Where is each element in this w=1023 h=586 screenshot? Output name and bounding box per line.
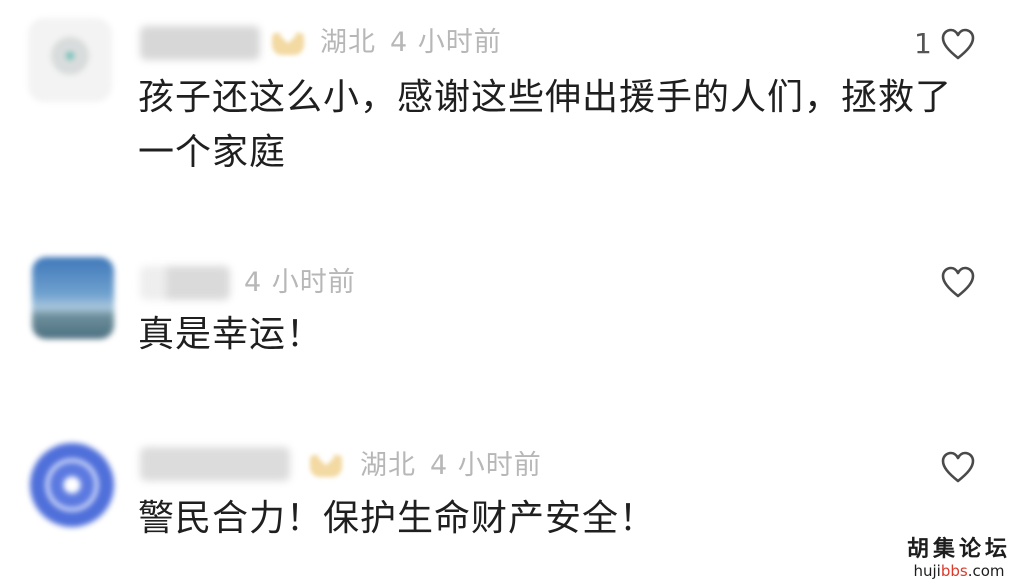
comment-meta: 4 小时前 <box>244 266 356 300</box>
comment-time: 4 小时前 <box>430 450 542 481</box>
comment-text: 警民合力！保护生命财产安全！ <box>138 498 657 539</box>
comment-text: 孩子还这么小，感谢这些伸出援手的人们，拯救了一个家庭 <box>138 77 953 173</box>
member-badge-icon <box>268 26 308 59</box>
avatar[interactable] <box>28 18 112 102</box>
like-button[interactable] <box>940 447 976 487</box>
comment-location: 湖北 <box>360 450 416 481</box>
like-count: 1 <box>914 27 932 60</box>
like-button[interactable] <box>940 262 976 302</box>
username-blurred[interactable] <box>140 26 260 60</box>
username-blurred[interactable] <box>140 447 290 481</box>
comment-time: 4 小时前 <box>390 27 502 58</box>
watermark-url-highlight: bbs <box>940 561 968 580</box>
watermark-url: hujibbs.com <box>907 561 1011 580</box>
watermark-title: 胡集论坛 <box>906 537 1011 563</box>
heart-outline-icon[interactable] <box>940 265 976 299</box>
avatar[interactable] <box>30 443 114 527</box>
heart-outline-icon[interactable] <box>940 450 976 484</box>
comment-location: 湖北 <box>320 27 376 58</box>
comment-meta: 湖北 4 小时前 <box>320 26 502 60</box>
watermark-url-prefix: huji <box>913 561 941 580</box>
username-blurred[interactable] <box>140 266 230 300</box>
watermark-url-suffix: .com <box>967 561 1005 580</box>
comment-meta: 湖北 4 小时前 <box>360 449 542 483</box>
like-button[interactable]: 1 <box>914 24 976 64</box>
comment-time: 4 小时前 <box>244 267 356 298</box>
member-badge-icon <box>306 448 346 481</box>
site-watermark: 胡集论坛 hujibbs.com <box>907 537 1011 580</box>
comment-text: 真是幸运！ <box>138 314 324 355</box>
avatar[interactable] <box>32 257 114 339</box>
heart-outline-icon[interactable] <box>940 27 976 61</box>
comment-list: 湖北 4 小时前 孩子还这么小，感谢这些伸出援手的人们，拯救了一个家庭 1 4 小… <box>0 0 1023 586</box>
